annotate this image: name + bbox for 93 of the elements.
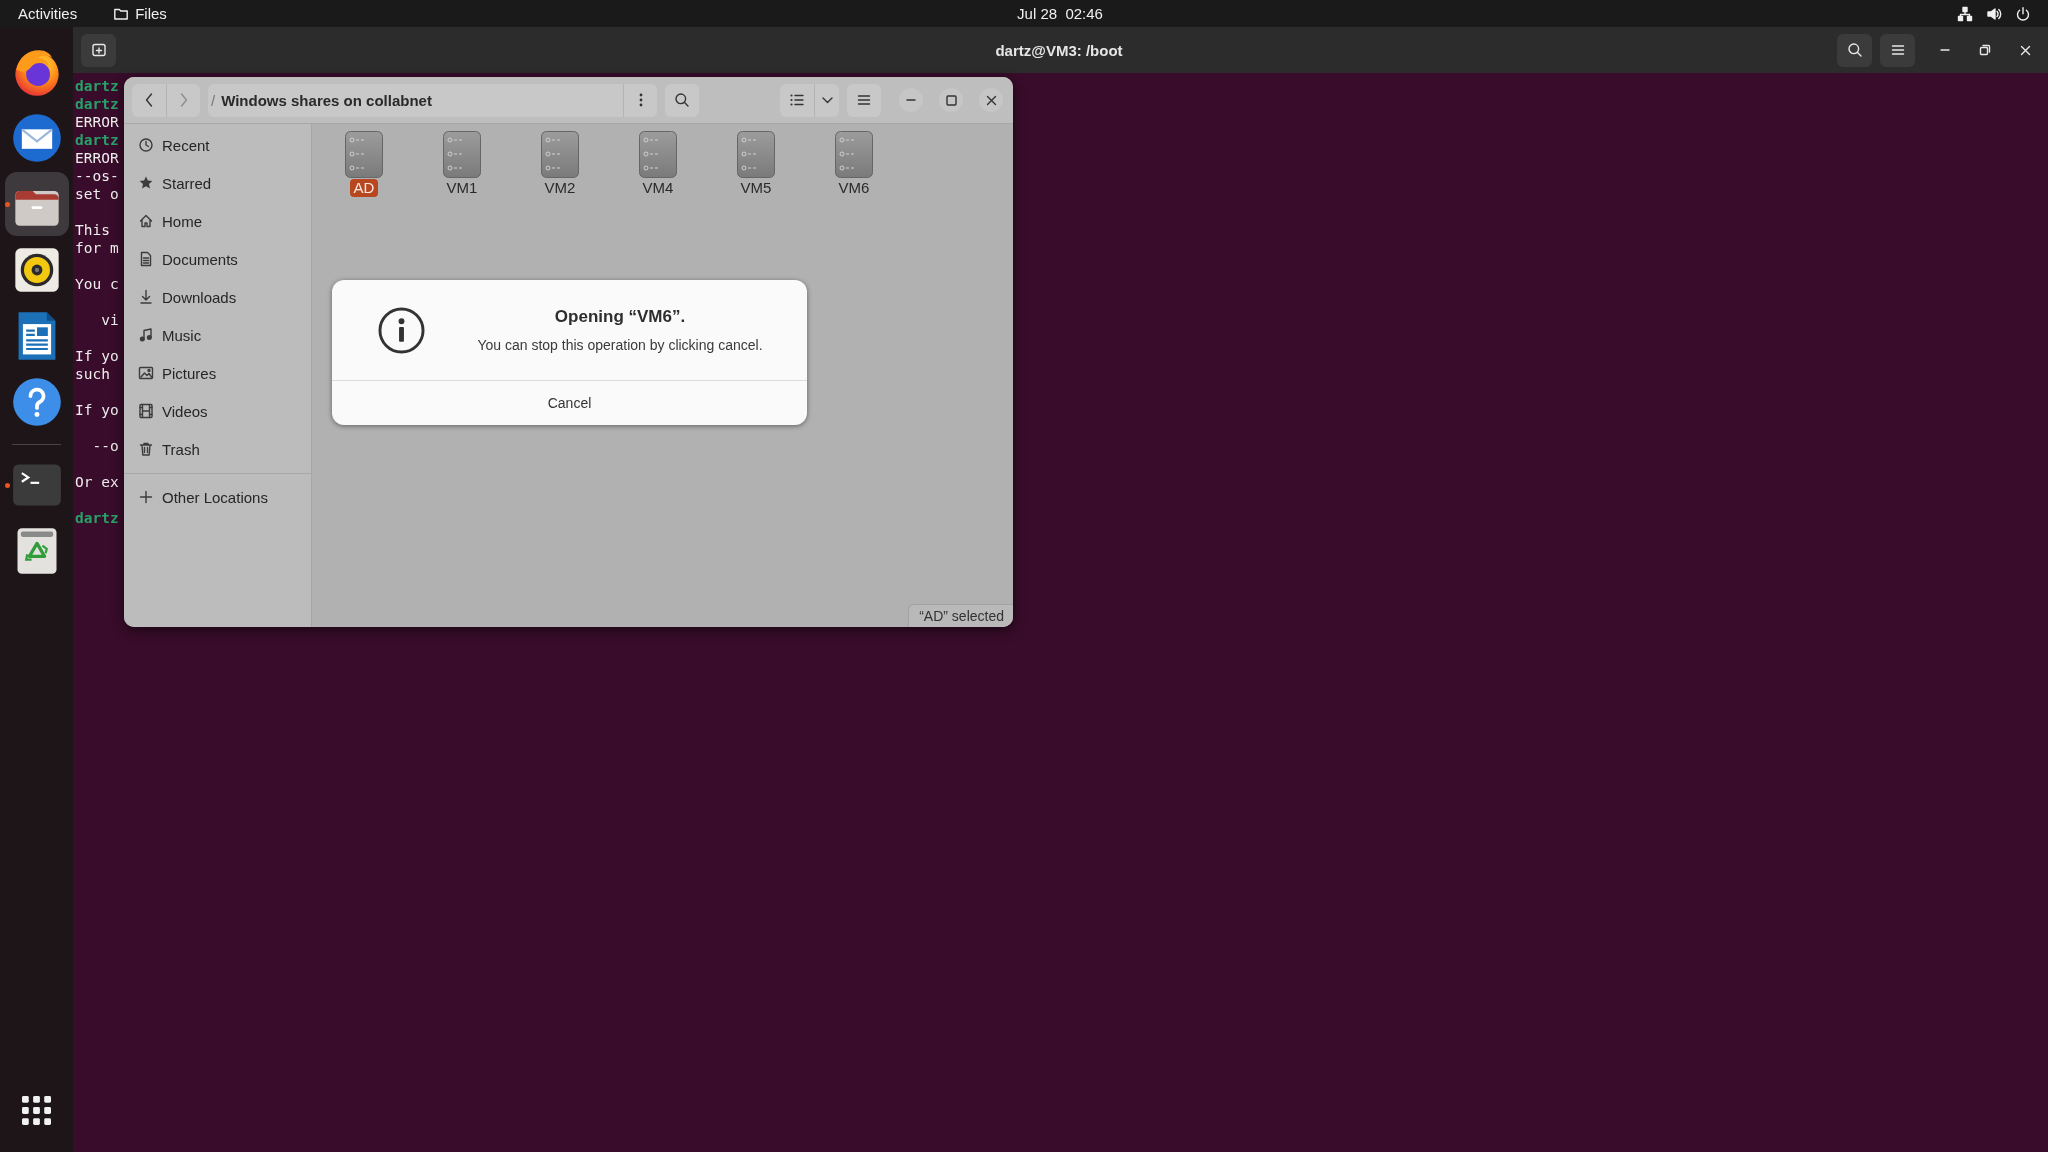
- restore-icon: [1977, 42, 1993, 58]
- sidebar-item[interactable]: Documents: [124, 240, 311, 278]
- dock-app-button[interactable]: [4, 172, 69, 236]
- list-icon: [790, 94, 804, 106]
- terminal-line: This: [75, 221, 110, 239]
- drive-name[interactable]: VM6: [834, 179, 874, 197]
- minimize-icon: [906, 99, 916, 101]
- terminal-line: ERROR: [75, 149, 119, 167]
- sidebar-item[interactable]: Music: [124, 316, 311, 354]
- network-drive-icon[interactable]: [345, 131, 383, 178]
- sidebar-item[interactable]: Videos: [124, 392, 311, 430]
- terminal-line: ERROR: [75, 113, 119, 131]
- drive-name[interactable]: VM1: [442, 179, 482, 197]
- terminal-line: dartz: [75, 95, 119, 113]
- terminal-line: You c: [75, 275, 119, 293]
- app-grid-icon: [22, 1095, 51, 1125]
- sidebar-item[interactable]: Recent: [124, 126, 311, 164]
- list-view-button[interactable]: [780, 83, 814, 117]
- maximize-icon: [945, 94, 957, 106]
- terminal-line: If yo: [75, 347, 119, 365]
- clock-button[interactable]: Jul 28 02:46: [1013, 3, 1107, 24]
- window-title: dartz@VM3: /boot: [995, 41, 1123, 59]
- plus-square-icon: [90, 42, 107, 58]
- menu-icon: [856, 92, 872, 108]
- network-drive-icon[interactable]: [639, 131, 677, 178]
- minimize-icon: [1940, 49, 1950, 51]
- volume-icon[interactable]: [1986, 5, 2002, 22]
- drive-name[interactable]: VM4: [638, 179, 678, 197]
- location-button[interactable]: Windows shares on collabnet: [215, 83, 623, 117]
- chevron-left-icon: [145, 93, 153, 107]
- sidebar-item[interactable]: Downloads: [124, 278, 311, 316]
- terminal-line: If yo: [75, 401, 119, 419]
- sidebar-item[interactable]: Home: [124, 202, 311, 240]
- terminal-line: Or ex: [75, 473, 119, 491]
- star-icon: [138, 175, 154, 191]
- network-drive-icon[interactable]: [835, 131, 873, 178]
- path-separator: /: [210, 91, 216, 109]
- menu-button[interactable]: [847, 83, 881, 117]
- cancel-button[interactable]: Cancel: [332, 380, 807, 425]
- sidebar-item[interactable]: Trash: [124, 430, 311, 468]
- new-tab-button[interactable]: [81, 33, 116, 67]
- network-drive-icon[interactable]: [541, 131, 579, 178]
- plus-icon: [138, 489, 154, 505]
- terminal-line: dartz: [75, 131, 119, 149]
- more-icon: [638, 93, 643, 107]
- terminal-line: dartz: [75, 77, 119, 95]
- terminal-line: dartz: [75, 509, 119, 527]
- menu-button[interactable]: [1880, 33, 1915, 67]
- terminal-line: set o: [75, 185, 119, 203]
- activities-button[interactable]: Activities: [14, 3, 82, 24]
- status-label: “AD” selected: [908, 604, 1013, 627]
- document-icon: [138, 251, 154, 267]
- dialog-title: Opening “VM6”.: [554, 306, 686, 327]
- power-icon[interactable]: [2015, 5, 2031, 22]
- app-menu-button[interactable]: Files: [109, 3, 171, 24]
- search-button[interactable]: [665, 83, 699, 117]
- terminal-line: such: [75, 365, 110, 383]
- drive-name[interactable]: VM2: [540, 179, 580, 197]
- search-icon: [1846, 42, 1863, 58]
- download-icon: [138, 289, 154, 305]
- terminal-line: --o: [91, 437, 119, 455]
- film-icon: [138, 403, 154, 419]
- terminal-line: for m: [75, 239, 119, 257]
- network-drive-icon[interactable]: [443, 131, 481, 178]
- back-button[interactable]: [132, 83, 166, 117]
- close-icon: [2019, 44, 2031, 56]
- sidebar-item[interactable]: Other Locations: [124, 478, 311, 516]
- clock-icon: [138, 137, 154, 153]
- close-button[interactable]: [979, 88, 1003, 112]
- help-icon: [10, 376, 63, 428]
- sidebar-item[interactable]: Pictures: [124, 354, 311, 392]
- chevron-right-icon: [179, 93, 188, 107]
- trash-icon: [138, 441, 154, 457]
- network-drive-icon[interactable]: [737, 131, 775, 178]
- envelope-icon: [10, 112, 63, 164]
- search-button[interactable]: [1837, 33, 1872, 67]
- dialog-message: You can stop this operation by clicking cancel.: [477, 335, 763, 354]
- chevron-down-icon: [821, 96, 833, 104]
- drive-name[interactable]: AD: [349, 179, 379, 197]
- maximize-button[interactable]: [939, 88, 963, 112]
- terminal-line: --os-: [75, 167, 119, 185]
- menu-icon: [1889, 42, 1906, 58]
- terminal-line: vi: [100, 311, 119, 329]
- picture-icon: [138, 365, 154, 381]
- drive-name[interactable]: VM5: [736, 179, 776, 197]
- minimize-button[interactable]: [899, 88, 923, 112]
- sidebar-item[interactable]: Starred: [124, 164, 311, 202]
- info-icon: [378, 306, 425, 354]
- close-icon: [985, 94, 997, 106]
- home-icon: [138, 213, 154, 229]
- network-icon[interactable]: [1957, 5, 1973, 22]
- music-note-icon: [138, 327, 154, 343]
- search-icon: [674, 92, 690, 108]
